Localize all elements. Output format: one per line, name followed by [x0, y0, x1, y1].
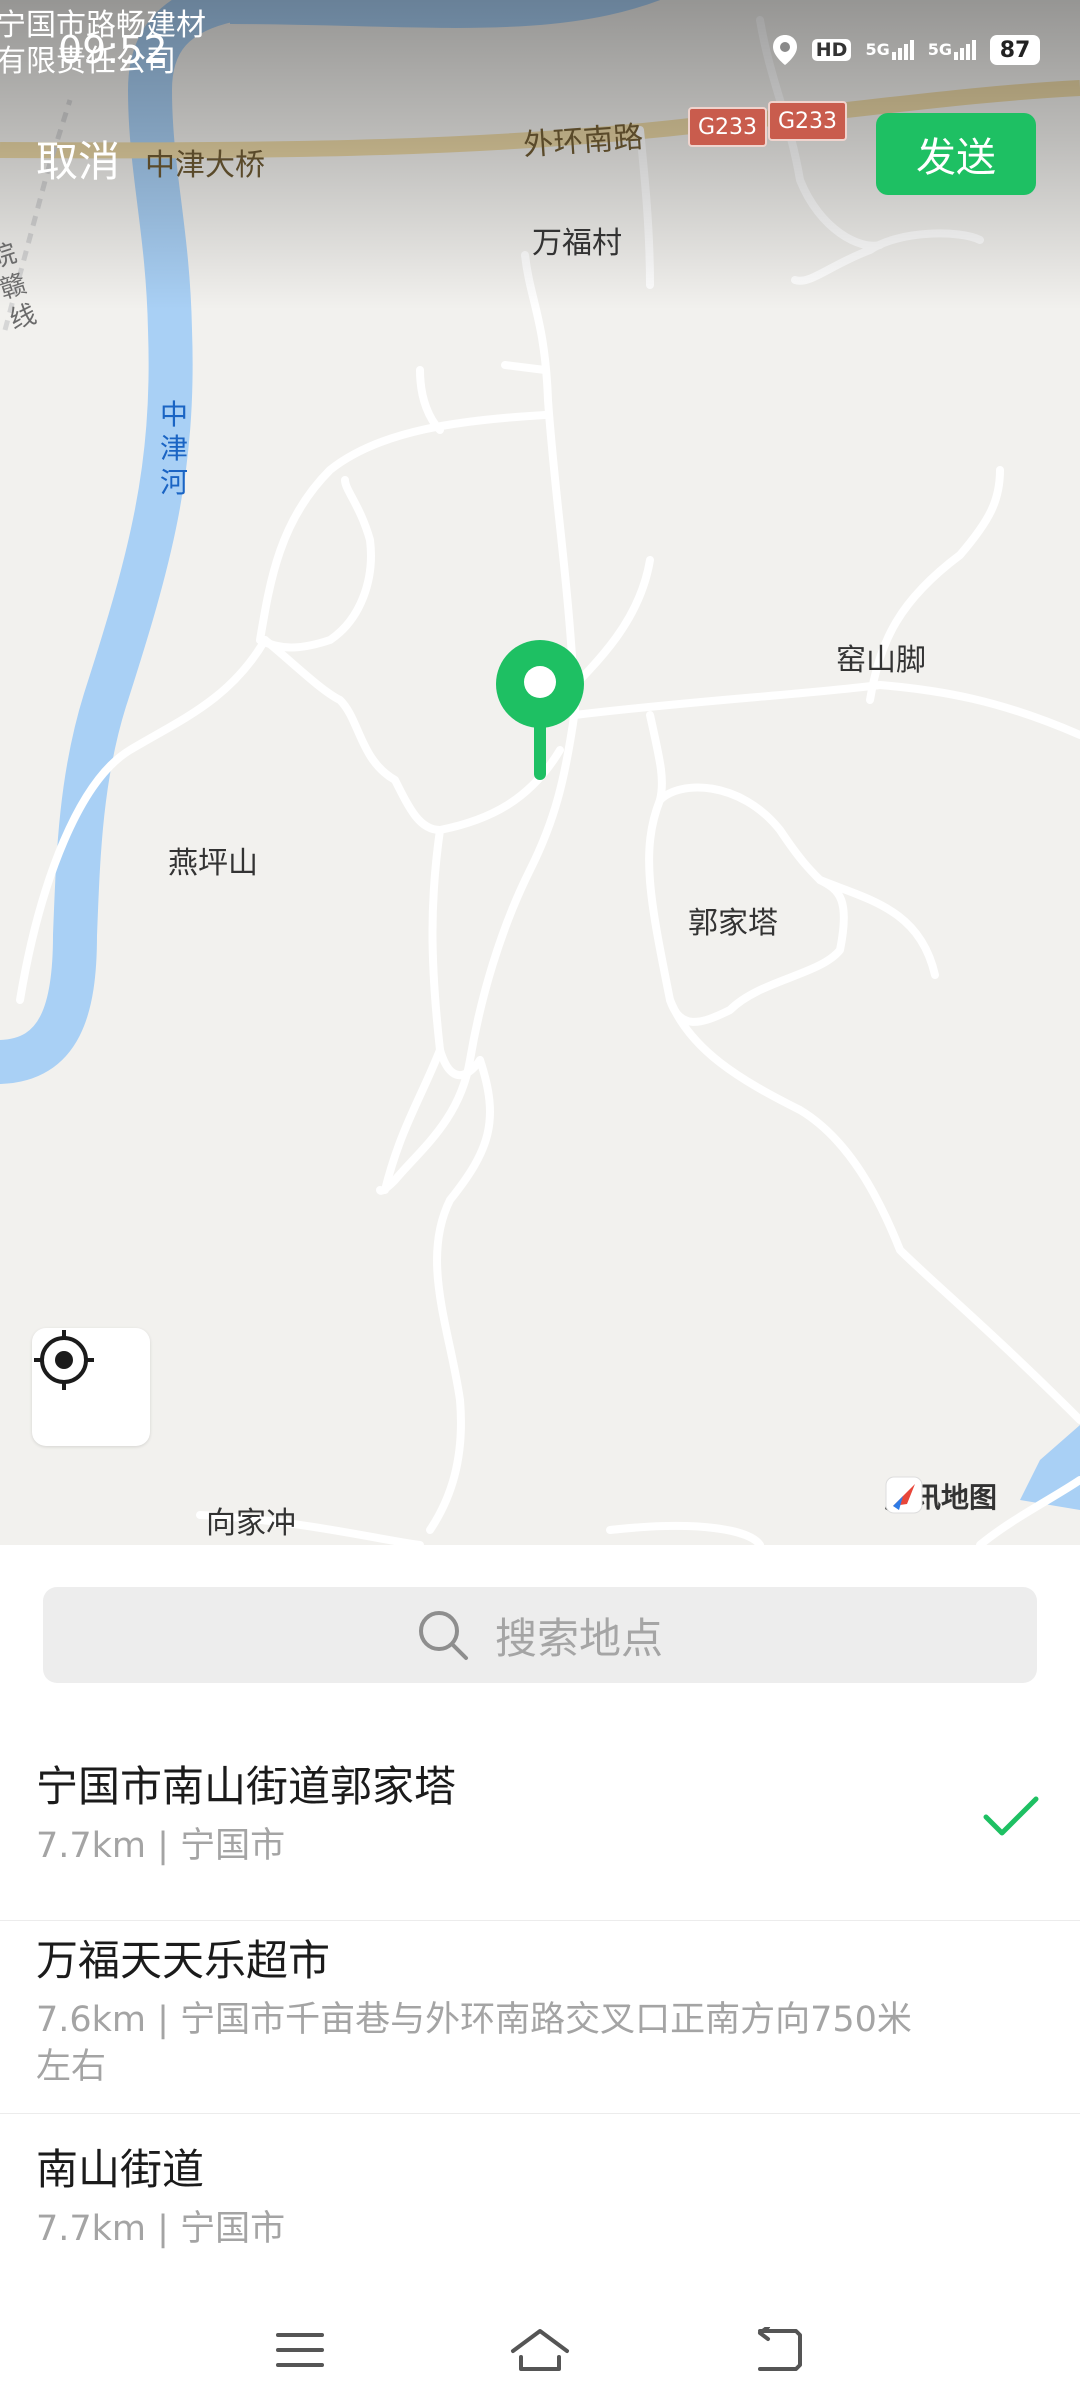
- result-title: 万福天天乐超市: [36, 1936, 331, 1985]
- battery-icon: 87: [990, 35, 1040, 65]
- tencent-map-logo-icon: [885, 1476, 923, 1514]
- search-input[interactable]: 搜索地点: [43, 1587, 1037, 1683]
- locate-icon: [34, 1330, 94, 1390]
- result-subtitle: 7.7km | 宁国市: [36, 2209, 286, 2249]
- tencent-map-watermark: 腾讯地图: [885, 1476, 997, 1516]
- map-label-river: 中津河: [159, 398, 188, 499]
- locate-button[interactable]: [32, 1328, 150, 1446]
- map-view[interactable]: 宁国市路畅建材有限责任公司 中津大桥 外环南路 G233 G233 万福村 皖赣…: [0, 0, 1080, 1545]
- nav-home-button[interactable]: [500, 2320, 580, 2380]
- system-nav-bar: [0, 2300, 1080, 2400]
- map-label-bridge: 中津大桥: [145, 148, 265, 183]
- hd-icon: HD: [811, 39, 852, 61]
- search-placeholder: 搜索地点: [494, 1613, 663, 1663]
- result-item[interactable]: 宁国市南山街道郭家塔 7.7km | 宁国市: [0, 1745, 1080, 1920]
- location-status-icon: [772, 35, 797, 65]
- map-label-highway-2: G233: [768, 101, 848, 141]
- result-item[interactable]: 万福天天乐超市 7.6km | 宁国市千亩巷与外环南路交叉口正南方向750米左右: [0, 1921, 1080, 2113]
- status-time: 09:52: [58, 28, 168, 72]
- search-icon: [418, 1611, 468, 1660]
- result-title: 南山街道: [36, 2145, 205, 2194]
- results-panel: 搜索地点 宁国市南山街道郭家塔 7.7km | 宁国市 万福天天乐超市 7.6k…: [0, 1545, 1080, 2408]
- nav-menu-button[interactable]: [260, 2320, 340, 2380]
- map-label-yaoshanjiao: 窑山脚: [836, 643, 926, 678]
- map-label-road: 外环南路: [522, 119, 645, 164]
- status-bar: 09:52 HD 5G 5G 87: [0, 0, 1080, 100]
- map-label-yanpingshan: 燕坪山: [168, 846, 258, 881]
- map-label-guojiata: 郭家塔: [688, 906, 778, 941]
- signal-icon-1: 5G: [865, 40, 914, 60]
- map-label-village-wanfu: 万福村: [532, 226, 622, 261]
- check-icon: [983, 1796, 1039, 1836]
- signal-icon-2: 5G: [928, 40, 976, 60]
- status-icons: HD 5G 5G 87: [772, 30, 1040, 70]
- result-subtitle: 7.6km | 宁国市千亩巷与外环南路交叉口正南方向750米左右: [36, 2000, 912, 2087]
- map-label-highway-1: G233: [688, 107, 768, 147]
- home-icon: [511, 2329, 569, 2371]
- map-label-xiangjiachong: 向家冲: [206, 1506, 296, 1541]
- send-button[interactable]: 发送: [876, 113, 1036, 195]
- nav-back-button[interactable]: [740, 2320, 820, 2380]
- back-icon: [758, 2327, 802, 2371]
- location-pin-icon[interactable]: [494, 638, 586, 784]
- menu-icon: [276, 2333, 324, 2367]
- result-item[interactable]: 南山街道 7.7km | 宁国市: [0, 2114, 1080, 2284]
- cancel-button[interactable]: 取消: [36, 128, 120, 189]
- result-title: 宁国市南山街道郭家塔: [36, 1762, 457, 1811]
- result-subtitle: 7.7km | 宁国市: [36, 1826, 286, 1866]
